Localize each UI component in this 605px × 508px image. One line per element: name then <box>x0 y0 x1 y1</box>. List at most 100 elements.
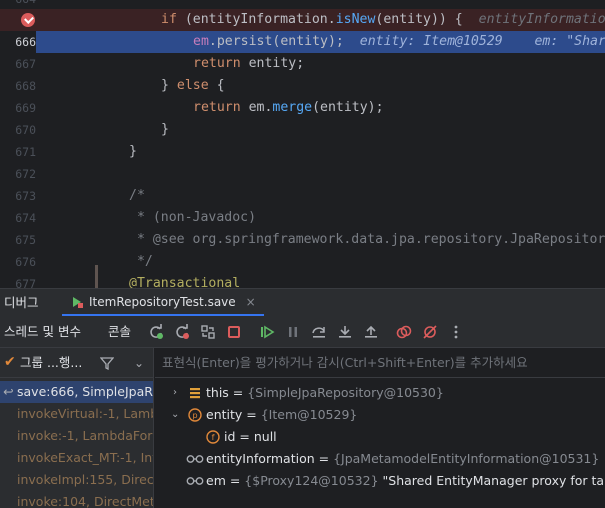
field-icon: f <box>206 430 220 444</box>
equals-sign: = <box>225 473 245 488</box>
code-line-breakpoint[interactable]: if (entityInformation.isNew(entity)) { e… <box>0 9 605 31</box>
code-line[interactable]: 677 @Transactional <box>0 273 605 288</box>
svg-text:p: p <box>192 411 197 420</box>
code-editor[interactable]: 664 if (entityInformation.isNew(entity))… <box>0 0 605 288</box>
stop-icon[interactable] <box>225 323 243 341</box>
return-arrow-icon: ↩ <box>3 384 14 399</box>
line-number: 667 <box>15 57 36 71</box>
variable-name: this <box>206 385 229 400</box>
junit-run-icon <box>73 296 83 308</box>
tab-console[interactable]: 콘솔 <box>108 316 131 348</box>
variable-name: id <box>224 429 236 444</box>
equals-sign: = <box>228 385 248 400</box>
frame-label: save:666, SimpleJpaRepository <box>17 384 153 399</box>
comment-text: /* <box>129 188 145 203</box>
frame-item[interactable]: invokeImpl:155, DirectMethodHandleAccess… <box>0 469 154 491</box>
line-number: 674 <box>15 211 36 225</box>
equals-sign: = <box>314 451 334 466</box>
evaluate-expression-field[interactable]: 표현식(Enter)을 평가하거나 감시(Ctrl+Shift+Enter)를 … <box>155 348 605 378</box>
code-line[interactable]: 675 * @see org.springframework.data.jpa.… <box>0 229 605 251</box>
filter-icon[interactable] <box>99 355 115 374</box>
frame-item[interactable]: invokeExact_MT:-1, Invokers <box>0 447 153 469</box>
check-icon[interactable]: ✔ <box>4 354 16 370</box>
line-number: 673 <box>15 189 36 203</box>
variable-value: null <box>253 429 277 444</box>
rerun-failed-icon[interactable] <box>173 323 191 341</box>
line-number: 668 <box>15 79 36 93</box>
svg-text:f: f <box>212 433 215 442</box>
line-number: 671 <box>15 145 36 159</box>
code-line[interactable]: 668 } else { <box>0 75 605 97</box>
frame-item[interactable]: invokeVirtual:-1, LambdaForm <box>0 403 153 425</box>
code-line[interactable]: 672 <box>0 163 605 185</box>
code-text: return em.merge(entity); <box>193 100 384 115</box>
variable-row-id[interactable]: f id = null <box>155 426 605 448</box>
code-line[interactable]: 669 return em.merge(entity); <box>0 97 605 119</box>
comment-text: * @see org.springframework.data.jpa.repo… <box>129 232 605 247</box>
inline-debug-hint: entityInformation <box>478 12 605 27</box>
code-line[interactable]: 670 } <box>0 119 605 141</box>
frame-label: invokeVirtual:-1, LambdaForm <box>17 406 153 421</box>
annotation-text: @Transactional <box>129 276 241 288</box>
tab-threads-variables[interactable]: 스레드 및 변수 <box>4 316 81 348</box>
line-number: 670 <box>15 123 36 137</box>
watch-glasses-icon <box>186 455 204 463</box>
evaluate-placeholder: 표현식(Enter)을 평가하거나 감시(Ctrl+Shift+Enter)를 … <box>162 355 528 370</box>
code-text: em.persist(entity); entity: Item@10529 e… <box>193 31 605 53</box>
view-breakpoints-icon[interactable] <box>395 323 413 341</box>
variable-row-this[interactable]: › this = {SimpleJpaRepository@10530} <box>155 382 605 404</box>
code-line-current[interactable]: 666 em.persist(entity); entity: Item@105… <box>0 31 605 53</box>
code-text: } else { <box>161 78 225 93</box>
code-line[interactable]: 674 * (non-Javadoc) <box>0 207 605 229</box>
gutter-marker <box>95 265 98 288</box>
comment-text: */ <box>129 254 153 269</box>
restore-layout-icon[interactable] <box>199 323 217 341</box>
variable-row-entityinformation[interactable]: entityInformation = {JpaMetamodelEntityI… <box>155 448 605 470</box>
frame-item[interactable]: invoke:-1, LambdaForm <box>0 425 154 447</box>
code-line[interactable]: 671 } <box>0 141 605 163</box>
frame-label: invoke:104, DirectMethodHandleAccessor <box>17 494 154 508</box>
code-text: if (entityInformation.isNew(entity)) { e… <box>161 9 605 31</box>
thread-selector[interactable]: 그룹 ...행... <box>20 348 82 378</box>
code-text: return entity; <box>193 56 305 71</box>
mute-breakpoints-icon[interactable] <box>421 323 439 341</box>
code-line[interactable]: 676 */ <box>0 251 605 273</box>
frame-label: invoke:-1, LambdaForm <box>17 428 154 443</box>
rerun-icon[interactable] <box>147 323 165 341</box>
code-text: } <box>161 122 169 137</box>
chevron-down-icon[interactable]: ⌄ <box>134 348 144 378</box>
expand-icon[interactable]: › <box>173 382 183 404</box>
variable-value: {SimpleJpaRepository@10530} <box>247 385 444 400</box>
tab-debug-session[interactable]: ItemRepositoryTest.save × <box>62 289 264 316</box>
code-line[interactable]: 667 return entity; <box>0 53 605 75</box>
step-out-icon[interactable] <box>362 323 380 341</box>
collapse-icon[interactable]: ⌄ <box>171 404 181 426</box>
variable-name: em <box>206 473 226 488</box>
inline-debug-hint: entity: Item@10529 <box>359 34 503 49</box>
resume-icon[interactable] <box>258 323 276 341</box>
variable-row-em[interactable]: em = {$Proxy124@10532} "Shared EntityMan… <box>155 470 605 492</box>
frames-header: ✔ 그룹 ...행... ⌄ <box>0 348 153 378</box>
code-line[interactable]: 673 /* <box>0 185 605 207</box>
step-over-icon[interactable] <box>310 323 328 341</box>
variable-string-value: "Shared EntityManager proxy for target f… <box>382 473 605 488</box>
debug-toolbar: 스레드 및 변수 콘솔 <box>0 316 605 348</box>
frame-item[interactable]: ↩save:666, SimpleJpaRepository <box>0 381 153 403</box>
variable-value: {Item@10529} <box>260 407 358 422</box>
line-number: 669 <box>15 101 36 115</box>
line-number: 675 <box>15 233 36 247</box>
pause-icon[interactable] <box>284 323 302 341</box>
frame-item[interactable]: invoke:104, DirectMethodHandleAccessor <box>0 491 154 508</box>
step-into-icon[interactable] <box>336 323 354 341</box>
frame-label: invokeImpl:155, DirectMethodHandleAccess… <box>17 472 154 487</box>
close-icon[interactable]: × <box>246 295 256 309</box>
more-options-icon[interactable] <box>447 323 465 341</box>
watch-glasses-icon <box>186 477 204 485</box>
breakpoint-icon[interactable] <box>21 13 35 27</box>
parameter-icon: p <box>188 408 202 422</box>
variable-row-entity[interactable]: ⌄ p entity = {Item@10529} <box>155 404 605 426</box>
equals-sign: = <box>235 429 254 444</box>
frames-panel: ✔ 그룹 ...행... ⌄ ↩save:666, SimpleJpaRepos… <box>0 348 154 508</box>
line-number: 672 <box>15 167 36 181</box>
code-text: } <box>129 144 137 159</box>
